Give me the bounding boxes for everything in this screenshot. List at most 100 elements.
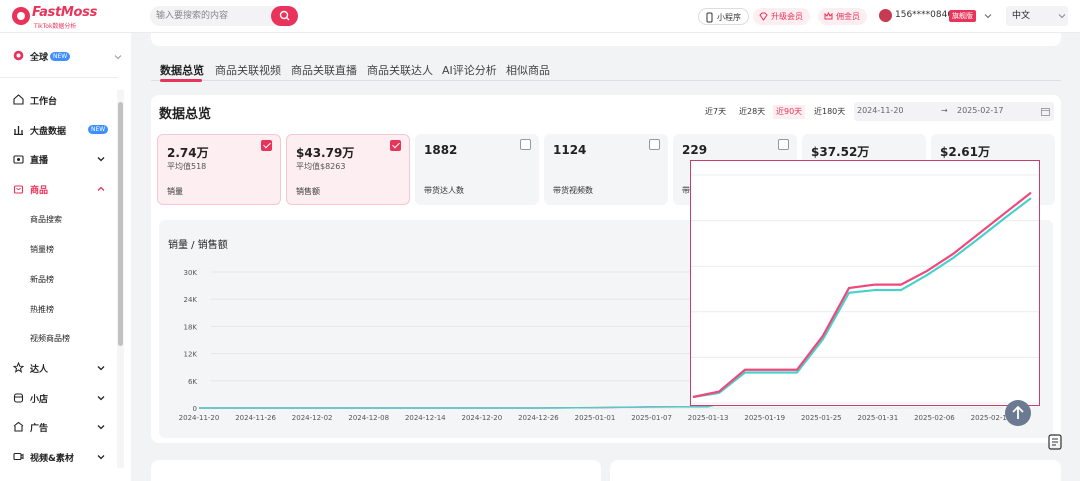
tab-data-overview[interactable]: 数据总览 <box>160 62 204 78</box>
metric-value: 2.74万 <box>167 146 209 160</box>
ad-icon <box>13 421 24 432</box>
sidebar-item-label: 小店 <box>30 395 49 405</box>
sidebar-item-shop[interactable]: 小店 <box>0 386 118 410</box>
search-bar <box>150 6 298 26</box>
search-button[interactable] <box>271 6 298 26</box>
metric-average: 平均值$8263 <box>296 162 346 171</box>
metric-card-sales-volume[interactable]: 2.74万 平均值518 销量 <box>157 134 281 205</box>
metric-checkbox[interactable] <box>649 139 660 150</box>
sidebar-item-market-data[interactable]: 大盘数据 NEW <box>0 118 118 142</box>
sidebar-subitem-new-rank[interactable]: 新品榜 <box>30 274 54 285</box>
scrollbar-thumb[interactable] <box>118 102 123 346</box>
fastmoss-logo[interactable]: FastMoss TikTok数据分析 <box>12 5 97 30</box>
metric-label: 销售额 <box>296 187 320 196</box>
divider <box>0 77 118 78</box>
sidebar-item-ads[interactable]: 广告 <box>0 415 118 439</box>
arrow-up-icon <box>1012 405 1024 419</box>
panel-title: 数据总览 <box>159 107 212 122</box>
sidebar: 全球 NEW 工作台 大盘数据 NEW 直播 商品 商品搜索 销量榜 新品榜 热… <box>0 33 131 481</box>
chart-zoom-popover <box>690 160 1040 406</box>
x-tick-label: 2025-01-01 <box>575 414 616 422</box>
range-90-days[interactable]: 近90天 <box>773 105 806 119</box>
y-tick-label: 18K <box>184 323 198 331</box>
y-tick-label: 24K <box>184 296 198 304</box>
upgrade-member-button[interactable]: 升级会员 <box>753 8 810 25</box>
tab-related-influencers[interactable]: 商品关联达人 <box>367 62 433 78</box>
sidebar-item-label: 达人 <box>30 365 49 375</box>
date-end[interactable]: 2025-02-17 <box>957 106 1004 115</box>
region-selector[interactable]: 全球 NEW <box>0 44 131 68</box>
sidebar-subitem-hot-rank[interactable]: 热推榜 <box>30 304 54 315</box>
range-7-days[interactable]: 近7天 <box>702 105 729 119</box>
metric-checkbox[interactable] <box>390 140 401 151</box>
globe-icon <box>13 50 24 61</box>
sidebar-scrollbar[interactable] <box>117 90 124 468</box>
sidebar-item-label: 大盘数据 <box>30 127 67 137</box>
bottom-card-right <box>610 460 1061 481</box>
date-start[interactable]: 2024-11-20 <box>857 106 904 115</box>
back-to-top-button[interactable] <box>1005 400 1031 426</box>
metric-checkbox[interactable] <box>520 139 531 150</box>
sidebar-item-video-material[interactable]: 视频&素材 <box>0 445 118 469</box>
sidebar-item-label: 商品 <box>30 186 49 196</box>
tab-similar-products[interactable]: 相似商品 <box>506 62 550 78</box>
region-label: 全球 <box>30 53 49 63</box>
sidebar-item-influencer[interactable]: 达人 <box>0 356 118 380</box>
x-tick-label: 2025-01-07 <box>631 414 672 422</box>
top-header: FastMoss TikTok数据分析 小程序 升级会员 佣金员 156****… <box>0 0 1080 33</box>
new-badge: NEW <box>88 125 109 134</box>
sidebar-subitem-product-search[interactable]: 商品搜索 <box>30 214 62 225</box>
chevron-down-icon <box>114 55 122 60</box>
sidebar-item-product[interactable]: 商品 <box>0 177 118 201</box>
sidebar-item-live[interactable]: 直播 <box>0 147 118 171</box>
search-input[interactable] <box>156 9 268 23</box>
brand-name: FastMoss <box>32 5 98 20</box>
metric-label: 带货达人数 <box>424 186 464 195</box>
live-icon <box>13 155 24 164</box>
zoom-series-line <box>692 197 1032 399</box>
y-tick-label: 0 <box>193 405 197 413</box>
miniprogram-label: 小程序 <box>717 13 741 22</box>
star-icon <box>13 362 24 373</box>
range-180-days[interactable]: 近180天 <box>811 105 848 119</box>
shop-icon <box>13 393 24 403</box>
tab-related-videos[interactable]: 商品关联视频 <box>215 62 281 78</box>
metric-value: $43.79万 <box>296 146 355 160</box>
top-card-edge <box>151 33 1061 46</box>
avatar[interactable] <box>879 9 892 22</box>
metric-checkbox[interactable] <box>778 139 789 150</box>
metric-checkbox[interactable] <box>261 140 272 151</box>
user-phone[interactable]: 156****0846 <box>895 10 953 20</box>
sidebar-subitem-video-product-rank[interactable]: 视频商品榜 <box>30 333 70 344</box>
y-tick-label: 30K <box>184 269 198 277</box>
sidebar-subitem-sales-rank[interactable]: 销量榜 <box>30 244 54 255</box>
calendar-icon <box>1041 108 1050 116</box>
commission-button[interactable]: 佣金员 <box>818 8 867 25</box>
tab-related-live[interactable]: 商品关联直播 <box>291 62 357 78</box>
sidebar-item-label: 广告 <box>30 424 49 434</box>
zoom-chart-svg <box>691 174 1039 404</box>
metric-label: 带货视频数 <box>553 186 593 195</box>
new-badge: NEW <box>50 52 71 61</box>
x-tick-label: 2025-01-19 <box>744 414 785 422</box>
date-range-picker[interactable]: 2024-11-20 → 2025-02-17 <box>854 102 1054 121</box>
metric-card-videos[interactable]: 1124 带货视频数 <box>544 134 668 205</box>
language-select[interactable]: 中文 <box>1006 6 1068 26</box>
chevron-down-icon[interactable] <box>984 12 992 20</box>
miniprogram-button[interactable]: 小程序 <box>698 8 749 25</box>
active-tab-indicator <box>160 79 202 82</box>
metric-card-influencers[interactable]: 1882 带货达人数 <box>415 134 539 205</box>
metric-card-sales-amount[interactable]: $43.79万 平均值$8263 销售额 <box>286 134 410 205</box>
tab-bar: 数据总览 商品关联视频 商品关联直播 商品关联达人 AI评论分析 相似商品 <box>151 57 1061 82</box>
tab-ai-review-analysis[interactable]: AI评论分析 <box>442 62 497 78</box>
range-28-days[interactable]: 近28天 <box>736 105 768 119</box>
upgrade-label: 升级会员 <box>771 12 803 21</box>
metric-label: 带 <box>682 186 690 195</box>
feedback-button[interactable] <box>1046 433 1064 451</box>
metric-average: 平均值518 <box>167 162 207 171</box>
sidebar-item-workbench[interactable]: 工作台 <box>0 88 118 112</box>
video-icon <box>13 452 24 461</box>
metric-label: 销量 <box>167 187 183 196</box>
sidebar-item-label: 直播 <box>30 156 49 166</box>
chevron-down-icon <box>97 396 105 401</box>
